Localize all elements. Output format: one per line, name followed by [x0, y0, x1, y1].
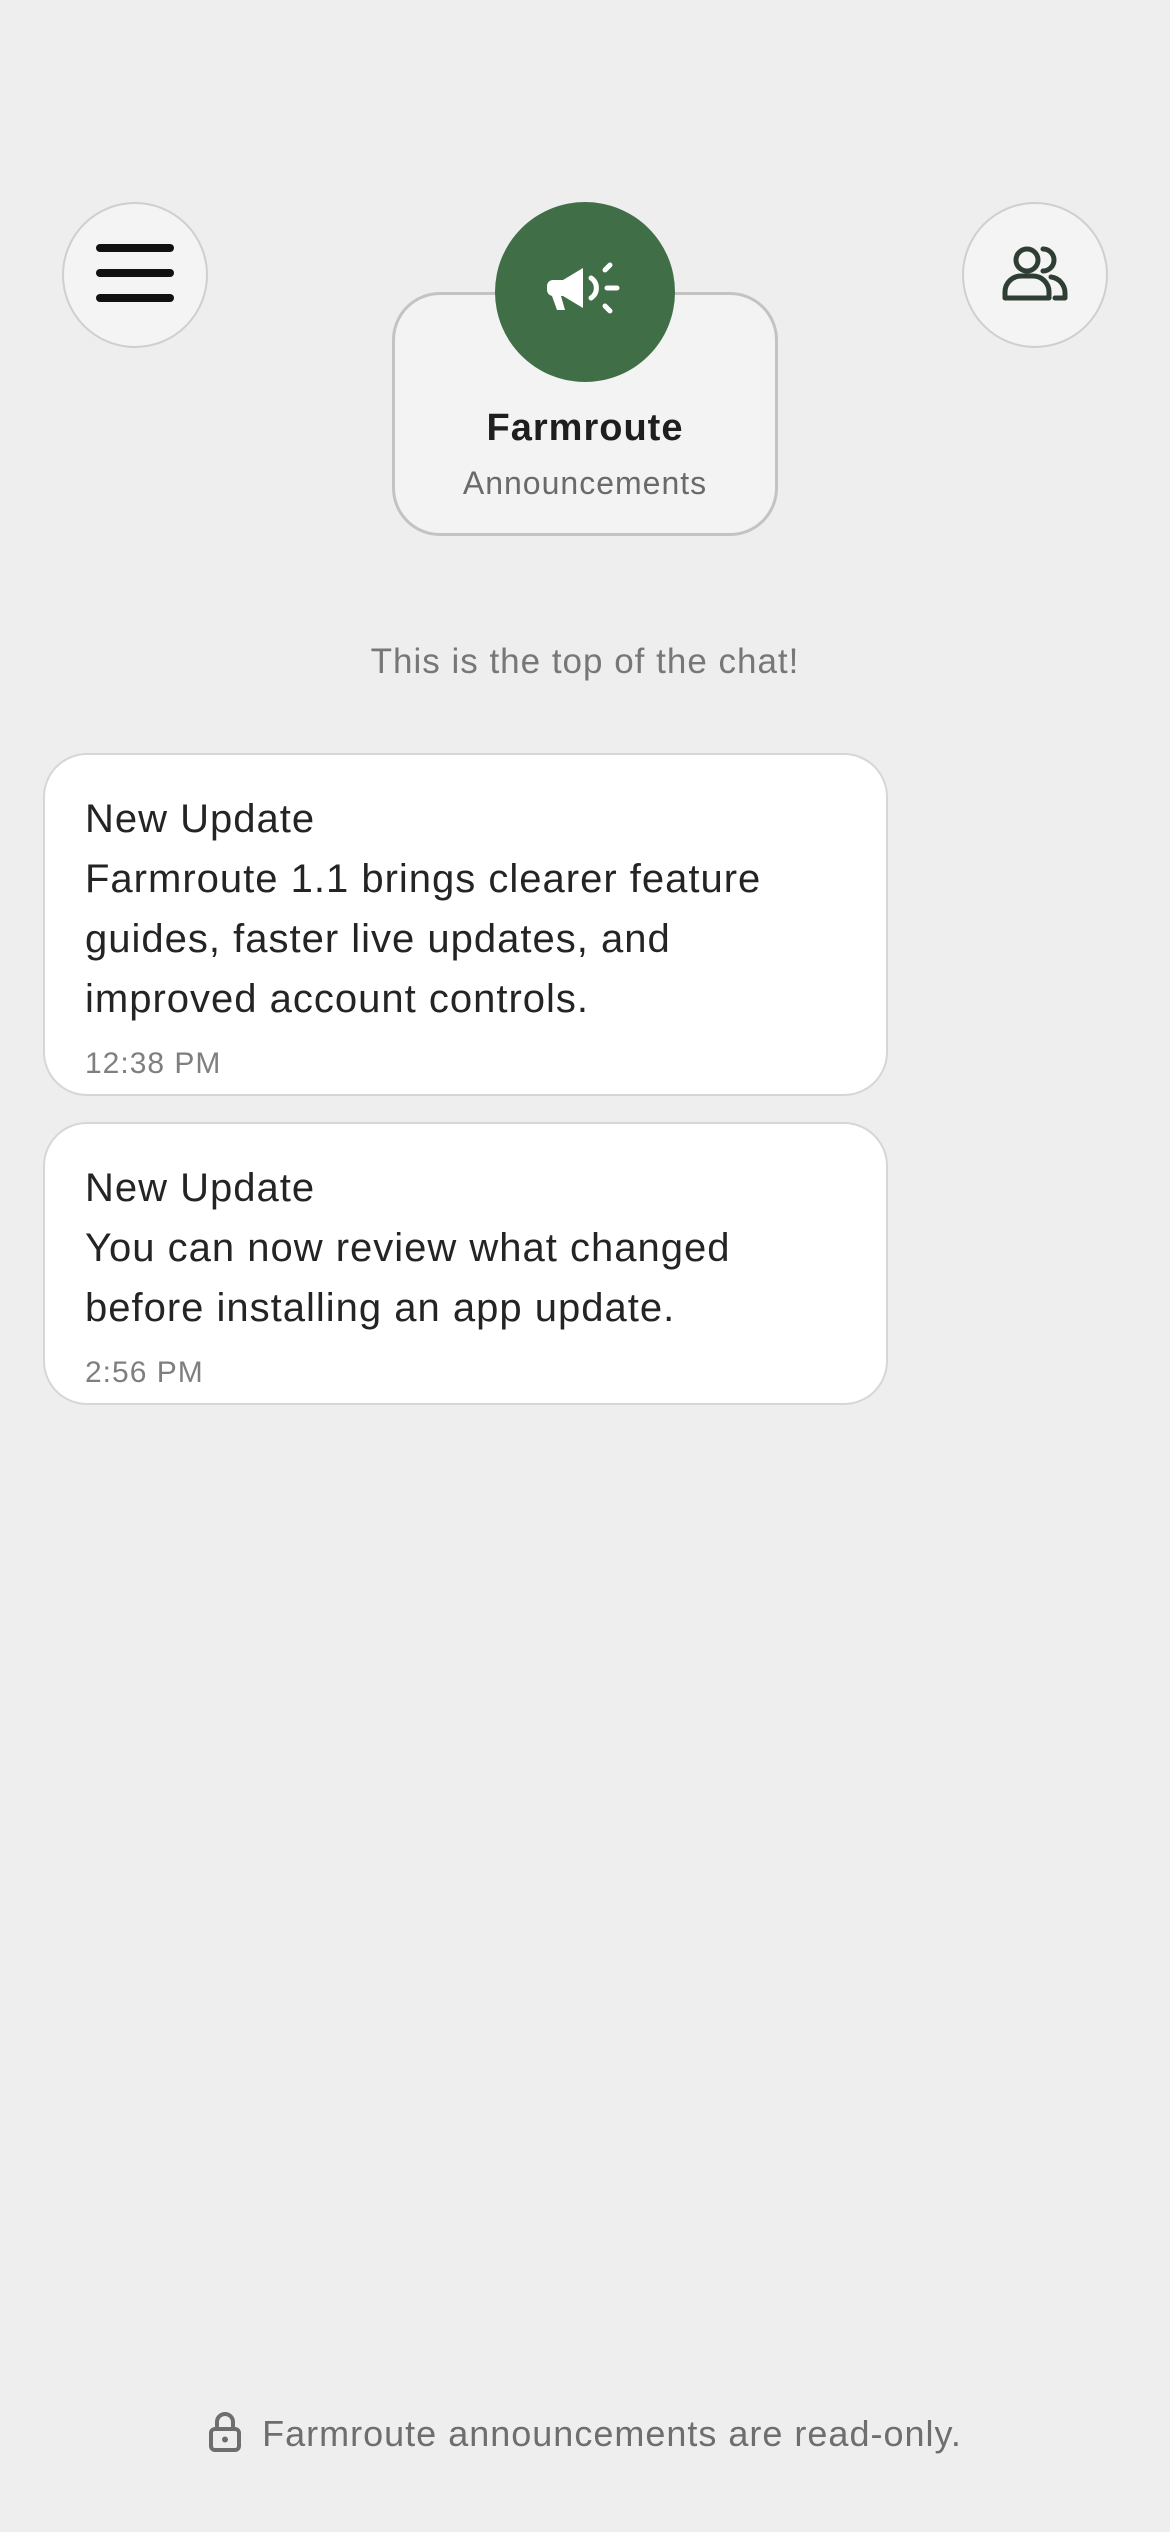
message-bubble[interactable]: New Update You can now review what chang…	[43, 1122, 888, 1405]
menu-button[interactable]	[62, 202, 208, 348]
message-timestamp: 12:38 PM	[85, 1047, 222, 1080]
channel-avatar	[495, 202, 675, 382]
read-only-notice: Farmroute announcements are read-only.	[0, 2408, 1170, 2460]
message-timestamp: 2:56 PM	[85, 1356, 204, 1389]
megaphone-icon	[546, 260, 623, 325]
message-body: Farmroute 1.1 brings clearer feature gui…	[85, 857, 762, 1021]
members-button[interactable]	[962, 202, 1108, 348]
message-title: New Update	[85, 1166, 316, 1210]
lock-icon	[208, 2411, 242, 2458]
message-title: New Update	[85, 797, 316, 841]
read-only-text: Farmroute announcements are read-only.	[262, 2413, 962, 2454]
channel-name: Farmroute	[486, 407, 684, 449]
message-bubble[interactable]: New Update Farmroute 1.1 brings clearer …	[43, 753, 888, 1096]
message-body: You can now review what changed before i…	[85, 1226, 731, 1330]
chat-top-note: This is the top of the chat!	[370, 642, 800, 681]
hamburger-menu-icon	[96, 243, 174, 307]
channel-subtitle: Announcements	[462, 465, 708, 501]
users-icon	[999, 244, 1071, 307]
